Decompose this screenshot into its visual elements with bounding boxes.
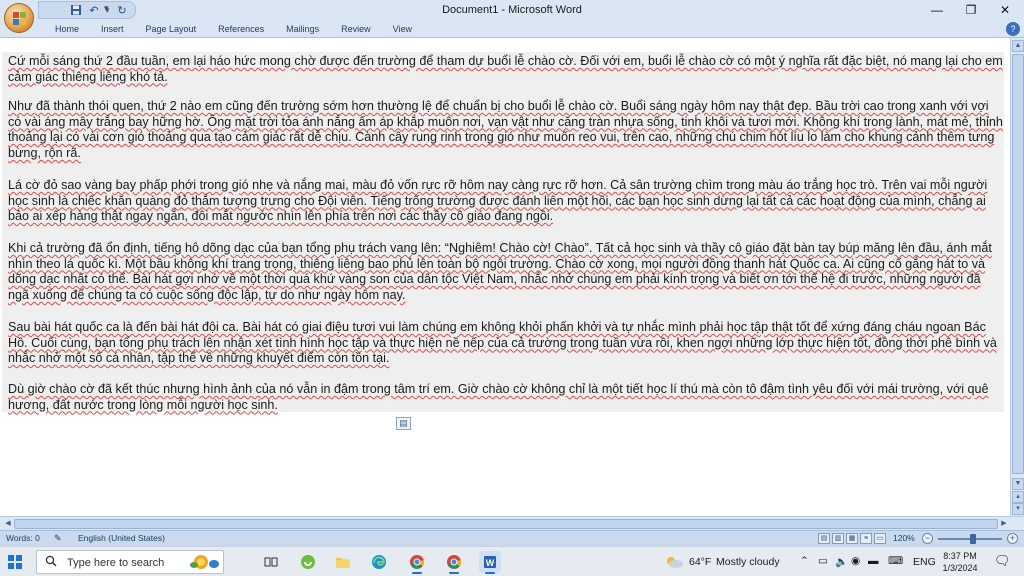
- word-taskbar-icon[interactable]: W: [479, 551, 501, 574]
- scroll-up-icon[interactable]: ▲: [1012, 40, 1024, 52]
- document-area[interactable]: Cứ mỗi sáng thứ 2 đầu tuần, em lại háo h…: [0, 38, 1010, 516]
- location-icon[interactable]: ◉: [851, 555, 860, 567]
- clock-time: 8:37 PM: [943, 551, 977, 561]
- minimize-button[interactable]: —: [920, 0, 954, 20]
- notifications-icon[interactable]: 🗨: [994, 553, 1011, 569]
- tab-page-layout[interactable]: Page Layout: [135, 20, 208, 38]
- task-view-icon[interactable]: [260, 551, 282, 573]
- clock-date: 1/3/2024: [942, 563, 978, 573]
- paragraph[interactable]: Như đã thành thói quen, thứ 2 nào em cũn…: [8, 99, 1004, 161]
- maximize-button[interactable]: ❐: [954, 0, 988, 20]
- weather-temperature[interactable]: 64°F: [689, 556, 711, 568]
- office-button[interactable]: [4, 3, 34, 33]
- svg-text:W: W: [486, 558, 495, 568]
- zoom-slider-handle[interactable]: [970, 534, 977, 544]
- system-clock[interactable]: 8:37 PM 1/3/2024: [938, 550, 982, 574]
- next-page-icon[interactable]: ▾: [1012, 503, 1024, 515]
- chrome-icon[interactable]: [406, 551, 428, 574]
- weather-description[interactable]: Mostly cloudy: [716, 556, 780, 568]
- keyboard-icon[interactable]: ⌨: [888, 555, 903, 567]
- paragraph[interactable]: Dù giờ chào cờ đã kết thúc nhưng hình ản…: [8, 382, 1004, 413]
- vertical-scroll-thumb[interactable]: [1012, 54, 1024, 474]
- full-screen-reading-icon[interactable]: ▥: [832, 533, 844, 544]
- search-icon: [45, 555, 57, 570]
- paste-options-icon[interactable]: ▤: [396, 417, 411, 430]
- paragraph[interactable]: Sau bài hát quốc ca là đến bài hát đội c…: [8, 320, 1004, 367]
- search-highlight-icon[interactable]: [189, 552, 221, 572]
- scroll-down-icon[interactable]: ▼: [1012, 478, 1024, 490]
- print-layout-icon[interactable]: ▤: [818, 533, 830, 544]
- zoom-out-icon[interactable]: −: [922, 533, 933, 544]
- office-logo-icon: [13, 12, 26, 25]
- status-bar: Words: 0 ✎ English (United States) ▤ ▥ ▦…: [0, 530, 1024, 546]
- scroll-left-icon[interactable]: ◀: [2, 518, 14, 530]
- outline-icon[interactable]: ≡: [860, 533, 872, 544]
- network-icon[interactable]: ▭: [818, 555, 828, 567]
- horizontal-scrollbar[interactable]: ◀ ▶: [0, 516, 1024, 530]
- horizontal-scroll-thumb[interactable]: [14, 519, 998, 529]
- tab-references[interactable]: References: [207, 20, 275, 38]
- proofing-icon[interactable]: ✎: [54, 533, 62, 544]
- ribbon-tabs: Home Insert Page Layout References Maili…: [44, 20, 423, 38]
- web-layout-icon[interactable]: ▦: [846, 533, 858, 544]
- tab-mailings[interactable]: Mailings: [275, 20, 330, 38]
- input-language[interactable]: ENG: [913, 556, 936, 568]
- paragraph[interactable]: Khi cả trường đã ổn định, tiếng hô dõng …: [8, 241, 1004, 303]
- language-indicator[interactable]: English (United States): [78, 533, 165, 543]
- chrome-profile-icon[interactable]: [443, 551, 465, 574]
- taskbar-search-box[interactable]: Type here to search: [36, 550, 224, 574]
- tab-view[interactable]: View: [382, 20, 423, 38]
- edge-browser-icon[interactable]: [368, 551, 390, 573]
- paragraph[interactable]: Lá cờ đỏ sao vàng bay phấp phới trong gi…: [8, 178, 1004, 225]
- help-icon[interactable]: ?: [1006, 22, 1020, 36]
- scroll-right-icon[interactable]: ▶: [998, 518, 1010, 530]
- zoom-level[interactable]: 120%: [893, 533, 915, 543]
- window-title: Document1 - Microsoft Word: [442, 4, 582, 16]
- tab-home[interactable]: Home: [44, 20, 90, 38]
- ribbon: Home Insert Page Layout References Maili…: [0, 20, 1024, 38]
- speaker-icon[interactable]: 🔈: [835, 555, 848, 568]
- show-hidden-icons-icon[interactable]: ⌃: [800, 555, 809, 567]
- draft-icon[interactable]: ▭: [874, 533, 886, 544]
- search-placeholder: Type here to search: [67, 557, 165, 569]
- windows-start-icon[interactable]: [8, 555, 22, 569]
- battery-icon[interactable]: ▬: [868, 555, 879, 567]
- previous-page-icon[interactable]: ▴: [1012, 491, 1024, 503]
- word-count[interactable]: Words: 0: [6, 533, 40, 543]
- zoom-in-icon[interactable]: +: [1007, 533, 1018, 544]
- close-button[interactable]: ✕: [988, 0, 1022, 20]
- vertical-scrollbar[interactable]: ▲ ▼ ▴ ▾: [1010, 38, 1024, 516]
- file-explorer-icon[interactable]: [332, 551, 354, 573]
- tab-insert[interactable]: Insert: [90, 20, 135, 38]
- tab-review[interactable]: Review: [330, 20, 382, 38]
- paragraph[interactable]: Cứ mỗi sáng thứ 2 đầu tuần, em lại háo h…: [8, 54, 1004, 85]
- document-page[interactable]: Cứ mỗi sáng thứ 2 đầu tuần, em lại háo h…: [2, 52, 1004, 412]
- title-bar: ↶ ▾ ↻ ▾ Document1 - Microsoft Word — ❐ ✕: [0, 0, 1024, 20]
- app-icon-green[interactable]: [297, 551, 319, 573]
- taskbar: Type here to search W 64°F Mostly cloudy…: [0, 546, 1024, 576]
- weather-icon[interactable]: [664, 555, 684, 572]
